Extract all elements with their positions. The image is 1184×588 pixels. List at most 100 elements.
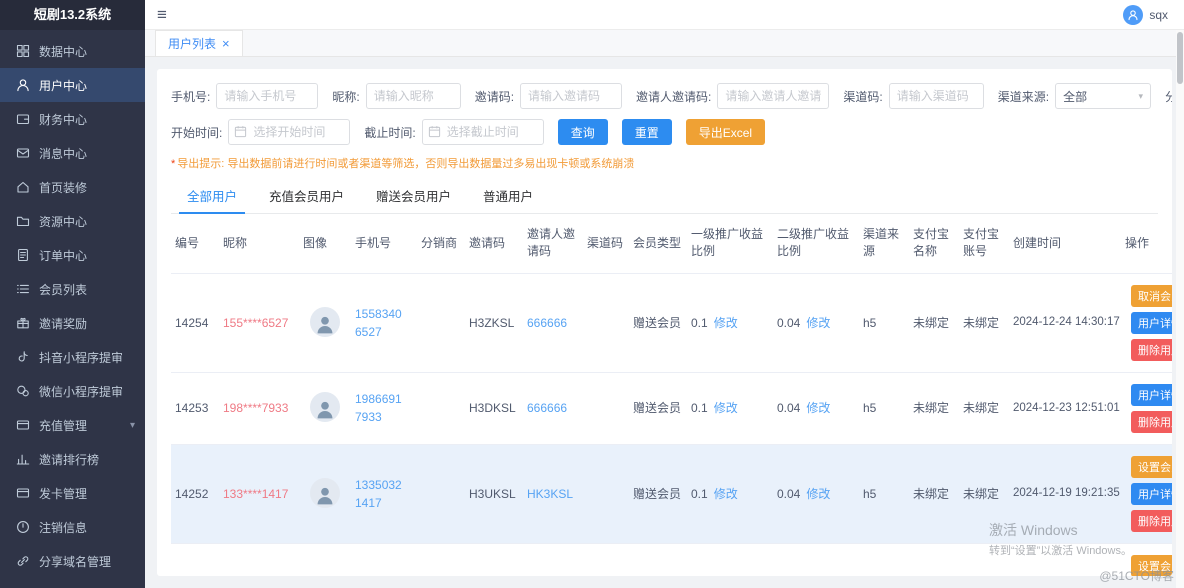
sidebar-item-message-center[interactable]: 消息中心 — [0, 136, 145, 170]
sidebar-item-user-center[interactable]: 用户中心 — [0, 68, 145, 102]
sidebar-item-douyin-review[interactable]: 抖音小程序提审 — [0, 340, 145, 374]
wechat-icon — [16, 384, 30, 398]
cell-nickname: 133****7953 — [219, 543, 299, 576]
modify-rate1-link[interactable]: 修改 — [714, 487, 738, 501]
sidebar-item-resource-center[interactable]: 资源中心 — [0, 204, 145, 238]
cell-rate2: 0.04修改 — [773, 273, 859, 372]
cell-created-time: 2024-12-24 14:30:17 — [1009, 273, 1121, 372]
delete-user-button[interactable]: 删除用户 — [1131, 411, 1172, 433]
cell-rate2: 0.04修改 — [773, 372, 859, 444]
modify-rate1-link[interactable]: 修改 — [714, 401, 738, 415]
set-member-button[interactable]: 设置会员 — [1131, 555, 1172, 576]
user-detail-button[interactable]: 用户详情 — [1131, 312, 1172, 334]
cell-member-type: 赠送会员 — [629, 372, 687, 444]
tab-close-icon[interactable]: × — [222, 37, 230, 50]
home-icon — [16, 180, 30, 194]
sidebar-item-data-center[interactable]: 数据中心 — [0, 34, 145, 68]
sidebar-item-home-decorate[interactable]: 首页装修 — [0, 170, 145, 204]
user-menu[interactable]: sqx — [1123, 5, 1168, 25]
delete-user-button[interactable]: 删除用户 — [1131, 339, 1172, 361]
gift-icon — [16, 316, 30, 330]
user-detail-button[interactable]: 用户详情 — [1131, 483, 1172, 505]
column-header: 渠道来源 — [859, 214, 909, 273]
tab-user-list[interactable]: 用户列表 × — [155, 30, 243, 56]
set-member-button[interactable]: 设置会员 — [1131, 456, 1172, 478]
cell-inviter-code[interactable]: 666666 — [523, 543, 583, 576]
modify-rate1-link[interactable]: 修改 — [714, 316, 738, 330]
user-tab-2[interactable]: 赠送会员用户 — [360, 179, 467, 213]
cell-phone[interactable]: 19866917933 — [351, 372, 417, 444]
link-icon — [16, 554, 30, 568]
export-excel-button[interactable]: 导出Excel — [686, 119, 765, 145]
distributor-filter: 分销商: — [1165, 83, 1172, 109]
reset-button[interactable]: 重置 — [622, 119, 672, 145]
sidebar-item-finance-center[interactable]: 财务中心 — [0, 102, 145, 136]
cell-avatar — [299, 543, 351, 576]
cell-alipay-name: 未绑定 — [909, 372, 959, 444]
cell-distributor — [417, 273, 465, 372]
cell-phone[interactable]: 13368377953 — [351, 543, 417, 576]
cell-invite-code: H3DKSL — [465, 372, 523, 444]
user-detail-button[interactable]: 用户详情 — [1131, 384, 1172, 406]
sidebar-item-label: 注销信息 — [39, 519, 87, 536]
cell-inviter-code[interactable]: HK3KSL — [523, 444, 583, 543]
sidebar-item-label: 微信小程序提审 — [39, 383, 123, 400]
sidebar: 短剧13.2系统 数据中心用户中心财务中心消息中心首页装修资源中心订单中心会员列… — [0, 0, 145, 588]
sidebar-item-logout-info[interactable]: 注销信息 — [0, 510, 145, 544]
sidebar-item-invite-rank[interactable]: 邀请排行榜 — [0, 442, 145, 476]
cell-alipay-account: 未绑定 — [959, 543, 1009, 576]
inviter-code-input[interactable] — [717, 83, 829, 109]
cancel-member-button[interactable]: 取消会员 — [1131, 285, 1172, 307]
grid-icon — [16, 44, 30, 58]
cell-rate2: 0.04修改 — [773, 543, 859, 576]
cell-rate1: 0.1修改 — [687, 444, 773, 543]
sidebar-item-label: 用户中心 — [39, 77, 87, 94]
sidebar-item-invite-reward[interactable]: 邀请奖励 — [0, 306, 145, 340]
nickname-input[interactable] — [366, 83, 461, 109]
vertical-scrollbar[interactable] — [1176, 30, 1184, 588]
cell-source: h5 — [859, 273, 909, 372]
sidebar-item-member-list[interactable]: 会员列表 — [0, 272, 145, 306]
cell-rate1: 0.1修改 — [687, 372, 773, 444]
chevron-down-icon: ▾ — [130, 420, 135, 431]
channel-code-input[interactable] — [889, 83, 984, 109]
delete-user-button[interactable]: 删除用户 — [1131, 510, 1172, 532]
cell-actions: 用户详情删除用户 — [1121, 372, 1172, 444]
sidebar-item-wechat-review[interactable]: 微信小程序提审 — [0, 374, 145, 408]
sidebar-item-recharge-manage[interactable]: 充值管理▾ — [0, 408, 145, 442]
column-header: 图像 — [299, 214, 351, 273]
cell-inviter-code[interactable]: 666666 — [523, 273, 583, 372]
cell-channel-code — [583, 273, 629, 372]
user-tab-3[interactable]: 普通用户 — [467, 179, 549, 213]
sidebar-item-order-center[interactable]: 订单中心 — [0, 238, 145, 272]
user-list-card: 手机号: 昵称: 邀请码: 邀请人邀请码: — [157, 69, 1172, 576]
invite-code-input[interactable] — [520, 83, 622, 109]
list-icon — [16, 282, 30, 296]
modify-rate2-link[interactable]: 修改 — [806, 401, 830, 415]
cell-invite-code: H3ZKSL — [465, 273, 523, 372]
cell-alipay-account: 未绑定 — [959, 372, 1009, 444]
sidebar-item-share-domain[interactable]: 分享域名管理 — [0, 544, 145, 578]
filter-row-1: 手机号: 昵称: 邀请码: 邀请人邀请码: — [171, 83, 1158, 109]
cell-actions: 设置会员用户详情删除用户 — [1121, 543, 1172, 576]
cell-phone[interactable]: 15583406527 — [351, 273, 417, 372]
cell-alipay-name: 未绑定 — [909, 273, 959, 372]
scrollbar-thumb[interactable] — [1177, 32, 1183, 84]
cell-inviter-code[interactable]: 666666 — [523, 372, 583, 444]
user-tab-1[interactable]: 充值会员用户 — [253, 179, 360, 213]
channel-code-filter: 渠道码: — [843, 83, 983, 109]
cell-distributor — [417, 444, 465, 543]
sidebar-item-label: 邀请排行榜 — [39, 451, 99, 468]
user-tab-0[interactable]: 全部用户 — [171, 179, 253, 213]
menu-toggle-icon[interactable]: ≡ — [157, 6, 167, 23]
channel-source-select[interactable]: 全部 ▾ — [1055, 83, 1151, 109]
cell-phone[interactable]: 13350321417 — [351, 444, 417, 543]
user-table-head-row: 编号昵称图像手机号分销商邀请码邀请人邀请码渠道码会员类型一级推广收益比例二级推广… — [171, 214, 1172, 273]
sidebar-item-card-manage[interactable]: 发卡管理 — [0, 476, 145, 510]
table-row: 14254155****652715583406527H3ZKSL666666赠… — [171, 273, 1172, 372]
search-button[interactable]: 查询 — [558, 119, 608, 145]
modify-rate2-link[interactable]: 修改 — [806, 316, 830, 330]
phone-input[interactable] — [216, 83, 318, 109]
cell-avatar — [299, 273, 351, 372]
modify-rate2-link[interactable]: 修改 — [806, 487, 830, 501]
